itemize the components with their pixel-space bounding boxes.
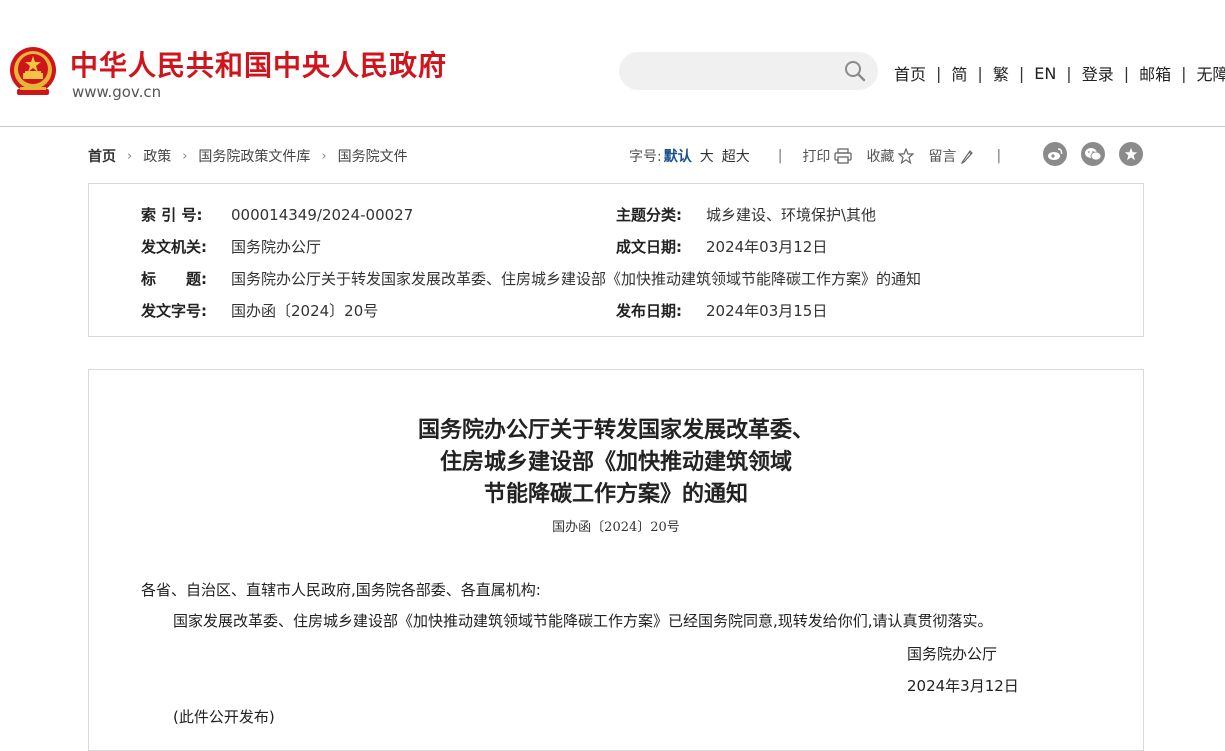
meta-title-value: 国务院办公厅关于转发国家发展改革委、住房城乡建设部《加快推动建筑领域节能降碳工作… [231,270,921,288]
meta-title-row: 标 题:国务院办公厅关于转发国家发展改革委、住房城乡建设部《加快推动建筑领域节能… [141,268,921,289]
chevron-right-icon: › [321,149,326,164]
document-metadata: 索 引 号:000014349/2024-00027 主题分类:城乡建设、环境保… [88,183,1144,337]
document-title-line: 国务院办公厅关于转发国家发展改革委、 [89,414,1143,446]
nav-separator: | [1124,64,1129,83]
national-emblem-icon[interactable] [8,45,58,99]
wechat-icon[interactable] [1081,142,1105,166]
chevron-right-icon: › [127,149,132,164]
pencil-icon [960,148,974,164]
document-salutation: 各省、自治区、直辖市人民政府,国务院各部委、各直属机构: [141,579,541,600]
weibo-icon[interactable] [1043,142,1067,166]
print-label: 打印 [802,146,830,166]
document-date: 2024年3月12日 [907,675,1019,696]
document-body: 国家发展改革委、住房城乡建设部《加快推动建筑领域节能降碳工作方案》已经国务院同意… [173,610,993,631]
site-title[interactable]: 中华人民共和国中央人民政府 [70,44,447,84]
meta-created-row: 成文日期:2024年03月12日 [616,236,827,257]
document-note: (此件公开发布) [173,706,275,727]
meta-doc-no-row: 发文字号:国办函〔2024〕20号 [141,300,378,321]
meta-doc-no-value: 国办函〔2024〕20号 [231,302,378,320]
breadcrumb-home[interactable]: 首页 [88,146,116,166]
document-title-line: 节能降碳工作方案》的通知 [89,478,1143,510]
tool-divider: | [778,148,783,164]
meta-published-row: 发布日期:2024年03月15日 [616,300,827,321]
print-button[interactable]: 打印 [802,146,852,166]
meta-index-label: 索 引 号: [141,204,231,225]
meta-index-row: 索 引 号:000014349/2024-00027 [141,204,413,225]
nav-simplified[interactable]: 简 [951,61,967,85]
nav-accessibility[interactable]: 无障碍 [1197,61,1225,85]
favorite-label: 收藏 [866,146,894,166]
document-content: 国务院办公厅关于转发国家发展改革委、 住房城乡建设部《加快推动建筑领域 节能降碳… [88,369,1144,751]
nav-login[interactable]: 登录 [1082,61,1114,85]
nav-separator: | [1066,64,1071,83]
meta-topic-label: 主题分类: [616,204,706,225]
meta-issuer-value: 国务院办公厅 [231,238,321,256]
meta-issuer-label: 发文机关: [141,236,231,257]
nav-home[interactable]: 首页 [894,61,926,85]
star-outline-icon [898,148,914,164]
tool-divider: | [996,148,1001,164]
nav-traditional[interactable]: 繁 [993,61,1009,85]
toolbar-row: 首页 › 政策 › 国务院政策文件库 › 国务院文件 字号: 默认 大 超大 |… [88,144,1148,166]
nav-separator: | [1181,64,1186,83]
breadcrumb: 首页 › 政策 › 国务院政策文件库 › 国务院文件 [88,146,408,166]
meta-doc-no-label: 发文字号: [141,300,231,321]
font-size-xlarge[interactable]: 超大 [722,146,750,166]
nav-separator: | [1019,64,1024,83]
header-divider [0,126,1225,127]
page-tools: 字号: 默认 大 超大 | 打印 收藏 留言 | [629,146,1015,166]
comment-button[interactable]: 留言 [928,146,974,166]
meta-title-label: 标 题: [141,268,231,289]
breadcrumb-policy[interactable]: 政策 [143,146,171,166]
meta-topic-value: 城乡建设、环境保护\其他 [706,206,876,224]
meta-index-value: 000014349/2024-00027 [231,206,413,224]
search-icon[interactable] [844,60,866,82]
breadcrumb-policy-library[interactable]: 国务院政策文件库 [198,146,310,166]
share-buttons [1043,142,1157,166]
document-title-line: 住房城乡建设部《加快推动建筑领域 [89,446,1143,478]
nav-english[interactable]: EN [1034,64,1056,83]
favorite-button[interactable]: 收藏 [866,146,914,166]
nav-separator: | [977,64,982,83]
nav-separator: | [936,64,941,83]
nav-mail[interactable]: 邮箱 [1139,61,1171,85]
font-size-label: 字号: [629,146,662,166]
site-url: www.gov.cn [72,83,161,101]
document-signature: 国务院办公厅 [907,643,997,664]
meta-created-value: 2024年03月12日 [706,238,827,256]
meta-topic-row: 主题分类:城乡建设、环境保护\其他 [616,204,876,225]
search-input[interactable] [619,52,878,90]
document-title: 国务院办公厅关于转发国家发展改革委、 住房城乡建设部《加快推动建筑领域 节能降碳… [89,414,1143,510]
document-number: 国办函〔2024〕20号 [89,516,1143,535]
chevron-right-icon: › [182,149,187,164]
site-header: 中华人民共和国中央人民政府 www.gov.cn 首页 | 简 | 繁 | EN… [0,0,1225,127]
comment-label: 留言 [928,146,956,166]
meta-published-label: 发布日期: [616,300,706,321]
meta-issuer-row: 发文机关:国务院办公厅 [141,236,321,257]
meta-published-value: 2024年03月15日 [706,302,827,320]
star-icon[interactable] [1119,142,1143,166]
breadcrumb-state-council-docs[interactable]: 国务院文件 [338,146,408,166]
meta-created-label: 成文日期: [616,236,706,257]
font-size-default[interactable]: 默认 [664,146,692,166]
printer-icon [834,148,852,164]
font-size-large[interactable]: 大 [700,146,714,166]
top-nav: 首页 | 简 | 繁 | EN | 登录 | 邮箱 | 无障碍 [894,61,1225,85]
